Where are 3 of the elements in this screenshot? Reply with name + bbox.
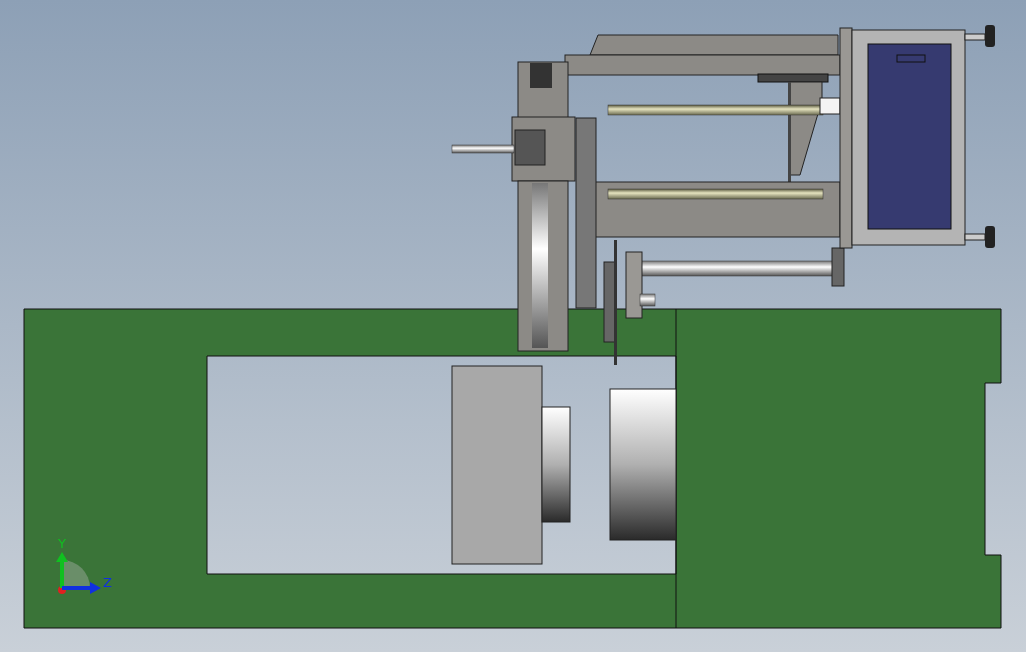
axis-label: Z <box>103 575 112 590</box>
axis-label: Y <box>58 536 66 551</box>
axis-triad-drawing <box>56 552 101 594</box>
